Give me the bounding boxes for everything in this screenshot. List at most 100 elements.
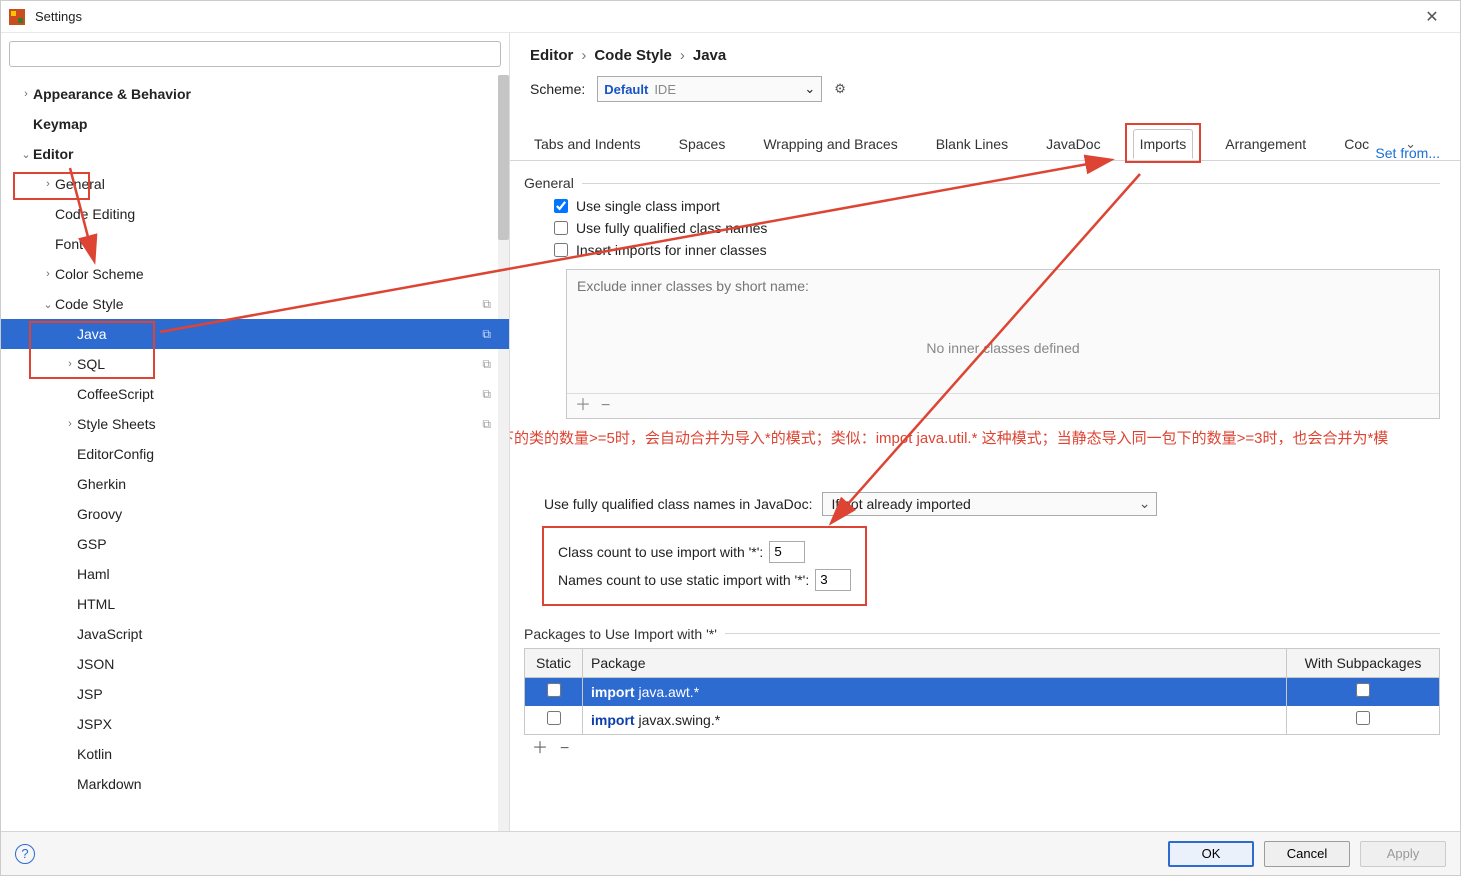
tab-imports[interactable]: Imports xyxy=(1133,129,1194,159)
help-icon[interactable]: ? xyxy=(15,844,35,864)
settings-tree: ›Appearance & BehaviorKeymap⌄Editor›Gene… xyxy=(1,75,509,831)
tree-item-sql[interactable]: ›SQL⧉ xyxy=(1,349,509,379)
class-count-input[interactable] xyxy=(769,541,805,563)
tabs: Tabs and Indents Spaces Wrapping and Brace… xyxy=(510,128,1460,161)
ok-button[interactable]: OK xyxy=(1168,841,1254,867)
tree-item-groovy[interactable]: Groovy xyxy=(1,499,509,529)
chevron-icon: › xyxy=(41,268,55,280)
exclude-list: No inner classes defined ＋ − xyxy=(566,269,1440,419)
packages-table: Static Package With Subpackages import j… xyxy=(524,648,1440,735)
count-box: Class count to use import with '*': Name… xyxy=(542,526,867,606)
tree-item-java[interactable]: Java⧉ xyxy=(1,319,509,349)
copy-icon: ⧉ xyxy=(482,297,491,312)
footer: ? OK Cancel Apply xyxy=(1,831,1460,875)
tree-item-html[interactable]: HTML xyxy=(1,589,509,619)
tab-javadoc[interactable]: JavaDoc xyxy=(1040,130,1106,158)
tree-item-jsp[interactable]: JSP xyxy=(1,679,509,709)
class-count-label: Class count to use import with '*': xyxy=(558,544,763,560)
scheme-label: Scheme: xyxy=(530,81,585,97)
col-package: Package xyxy=(583,649,1287,677)
table-row[interactable]: import javax.swing.* xyxy=(525,706,1439,734)
tree-item-editor[interactable]: ⌄Editor xyxy=(1,139,509,169)
static-checkbox[interactable] xyxy=(547,711,561,725)
check-use-single[interactable]: Use single class import xyxy=(524,195,1440,217)
tree-item-haml[interactable]: Haml xyxy=(1,559,509,589)
tree-item-jspx[interactable]: JSPX xyxy=(1,709,509,739)
check-use-fqn[interactable]: Use fully qualified class names xyxy=(524,217,1440,239)
copy-icon: ⧉ xyxy=(482,327,491,342)
crumb-2: Java xyxy=(693,47,726,64)
exclude-empty-text: No inner classes defined xyxy=(567,302,1439,393)
tree-item-kotlin[interactable]: Kotlin xyxy=(1,739,509,769)
tree-item-code-editing[interactable]: Code Editing xyxy=(1,199,509,229)
remove-icon[interactable]: − xyxy=(601,398,610,414)
javadoc-label: Use fully qualified class names in JavaD… xyxy=(544,496,812,512)
window-title: Settings xyxy=(35,9,1412,24)
section-packages: Packages to Use Import with '*' xyxy=(524,626,717,642)
tab-arrangement[interactable]: Arrangement xyxy=(1219,130,1312,158)
names-count-label: Names count to use static import with '*… xyxy=(558,572,809,588)
table-row[interactable]: import java.awt.* xyxy=(525,678,1439,706)
chevron-icon: › xyxy=(63,358,77,370)
crumb-0[interactable]: Editor xyxy=(530,47,573,64)
tree-item-json[interactable]: JSON xyxy=(1,649,509,679)
check-insert-inner[interactable]: Insert imports for inner classes xyxy=(524,239,1440,261)
section-general: General xyxy=(524,175,574,191)
col-static: Static xyxy=(525,649,583,677)
tree-item-editorconfig[interactable]: EditorConfig xyxy=(1,439,509,469)
pkg-add-icon[interactable]: ＋ xyxy=(532,741,548,757)
checkbox-use-single[interactable] xyxy=(554,199,568,213)
tree-item-appearance-behavior[interactable]: ›Appearance & Behavior xyxy=(1,79,509,109)
tab-coc[interactable]: Coc xyxy=(1338,130,1375,158)
titlebar: Settings ✕ xyxy=(1,1,1460,33)
checkbox-insert-inner[interactable] xyxy=(554,243,568,257)
copy-icon: ⧉ xyxy=(482,387,491,402)
static-checkbox[interactable] xyxy=(547,683,561,697)
main-panel: Editor› Code Style› Java Scheme: Default… xyxy=(510,33,1460,831)
pkg-remove-icon[interactable]: − xyxy=(560,741,569,757)
app-icon xyxy=(9,9,25,25)
chevron-icon: › xyxy=(63,418,77,430)
gear-icon[interactable]: ⚙ xyxy=(834,81,846,97)
tab-tabs-and-indents[interactable]: Tabs and Indents xyxy=(528,130,647,158)
chevron-icon: › xyxy=(41,178,55,190)
tab-wrapping-and-braces[interactable]: Wrapping and Braces xyxy=(757,130,903,158)
tree-item-coffeescript[interactable]: CoffeeScript⧉ xyxy=(1,379,509,409)
subpkg-checkbox[interactable] xyxy=(1356,683,1370,697)
copy-icon: ⧉ xyxy=(482,357,491,372)
col-subpackages: With Subpackages xyxy=(1287,649,1439,677)
tab-spaces[interactable]: Spaces xyxy=(673,130,732,158)
chevron-down-icon: ⌄ xyxy=(804,81,815,97)
tree-item-javascript[interactable]: JavaScript xyxy=(1,619,509,649)
chevron-icon: › xyxy=(19,88,33,100)
tree-item-markdown[interactable]: Markdown xyxy=(1,769,509,799)
tree-item-color-scheme[interactable]: ›Color Scheme xyxy=(1,259,509,289)
javadoc-select[interactable]: If not already imported xyxy=(822,492,1157,516)
tree-item-code-style[interactable]: ⌄Code Style⧉ xyxy=(1,289,509,319)
tree-item-general[interactable]: ›General xyxy=(1,169,509,199)
annotation-text: 当导入的类都来自同一个包，并且导入同一个包下的类的数量>=5时，会自动合并为导入… xyxy=(510,419,1440,482)
add-icon[interactable]: ＋ xyxy=(575,398,591,414)
apply-button[interactable]: Apply xyxy=(1360,841,1446,867)
subpkg-checkbox[interactable] xyxy=(1356,711,1370,725)
cancel-button[interactable]: Cancel xyxy=(1264,841,1350,867)
tree-item-keymap[interactable]: Keymap xyxy=(1,109,509,139)
crumb-1[interactable]: Code Style xyxy=(594,47,672,64)
tree-item-gherkin[interactable]: Gherkin xyxy=(1,469,509,499)
names-count-input[interactable] xyxy=(815,569,851,591)
tab-blank-lines[interactable]: Blank Lines xyxy=(930,130,1014,158)
breadcrumb: Editor› Code Style› Java xyxy=(510,33,1460,72)
chevron-icon: ⌄ xyxy=(41,298,55,311)
scheme-select[interactable]: DefaultIDE ⌄ xyxy=(597,76,822,102)
chevron-icon: ⌄ xyxy=(19,148,33,161)
sidebar: 🔍 ›Appearance & BehaviorKeymap⌄Editor›Ge… xyxy=(1,33,510,831)
tree-item-style-sheets[interactable]: ›Style Sheets⧉ xyxy=(1,409,509,439)
exclude-input[interactable] xyxy=(567,270,1439,302)
tree-item-gsp[interactable]: GSP xyxy=(1,529,509,559)
tree-item-font[interactable]: Font xyxy=(1,229,509,259)
set-from-link[interactable]: Set from... xyxy=(1375,145,1440,161)
close-icon[interactable]: ✕ xyxy=(1412,7,1452,27)
copy-icon: ⧉ xyxy=(482,417,491,432)
search-input[interactable] xyxy=(9,41,501,67)
checkbox-use-fqn[interactable] xyxy=(554,221,568,235)
